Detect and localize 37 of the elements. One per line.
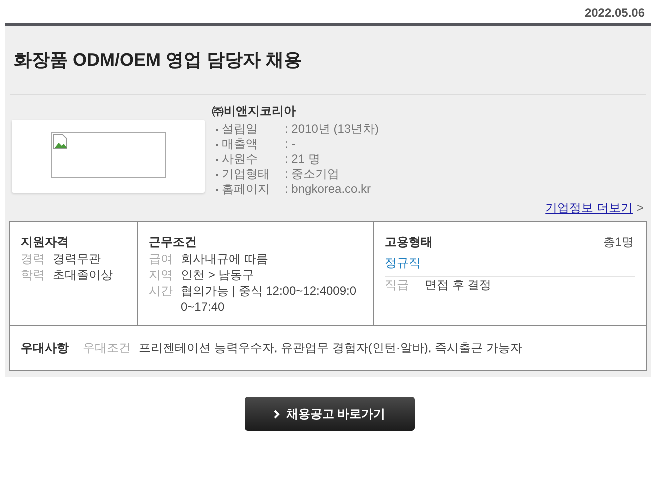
fact-value: : 2010년 (13년차) (285, 122, 380, 137)
company-info-link[interactable]: 기업정보 더보기 (546, 199, 633, 217)
field-label: 우대조건 (83, 340, 132, 357)
company-name: ㈜비앤지코리아 (212, 103, 297, 120)
fact-value: : 21 명 (285, 152, 320, 167)
fact-label: 기업형태 (222, 167, 270, 182)
job-title: 화장품 ODM/OEM 영업 담당자 채용 (14, 49, 303, 72)
fact-label: 홈페이지 (222, 182, 270, 197)
field-label: 시간 (149, 283, 174, 300)
fact-value: : bngkorea.co.kr (285, 182, 372, 197)
field-value: 면접 후 결정 (425, 277, 492, 293)
section-heading: 고용형태 (385, 234, 433, 251)
chevron-icon: > (636, 199, 644, 217)
field-label: 급여 (149, 251, 174, 267)
field-label: 학력 (21, 267, 46, 283)
apply-button[interactable]: 채용공고 바로가기 (245, 397, 415, 431)
section-heading: 근무조건 (149, 234, 197, 251)
fact-value: : 중소기업 (285, 167, 340, 182)
fact-value: : - (285, 137, 296, 152)
section-heading: 지원자격 (21, 234, 69, 251)
field-label: 경력 (21, 251, 46, 267)
field-value: 경력무관 (53, 251, 101, 267)
field-value: 협의가능 | 중식 12:00~12:4009:00~17:40 (181, 283, 358, 315)
field-value: 초대졸이상 (53, 267, 113, 283)
chevron-icon (274, 410, 280, 418)
fact-label: 설립일 (222, 122, 258, 137)
field-value: 프리젠테이션 능력우수자, 유관업무 경험자(인턴·알바), 즉시출근 가능자 (139, 340, 522, 357)
fact-label: 매출액 (222, 137, 258, 152)
field-label: 직급 (385, 277, 410, 293)
fact-label: 사원수 (222, 152, 258, 167)
post-date: 2022.05.06 (584, 5, 645, 22)
field-value: 회사내규에 따름 (181, 251, 268, 267)
field-value: 인천 > 남동구 (181, 267, 255, 283)
headcount: 총1명 (603, 234, 635, 251)
field-label: 지역 (149, 267, 174, 283)
section-heading: 우대사항 (21, 340, 70, 357)
employment-type: 정규직 (385, 256, 421, 270)
